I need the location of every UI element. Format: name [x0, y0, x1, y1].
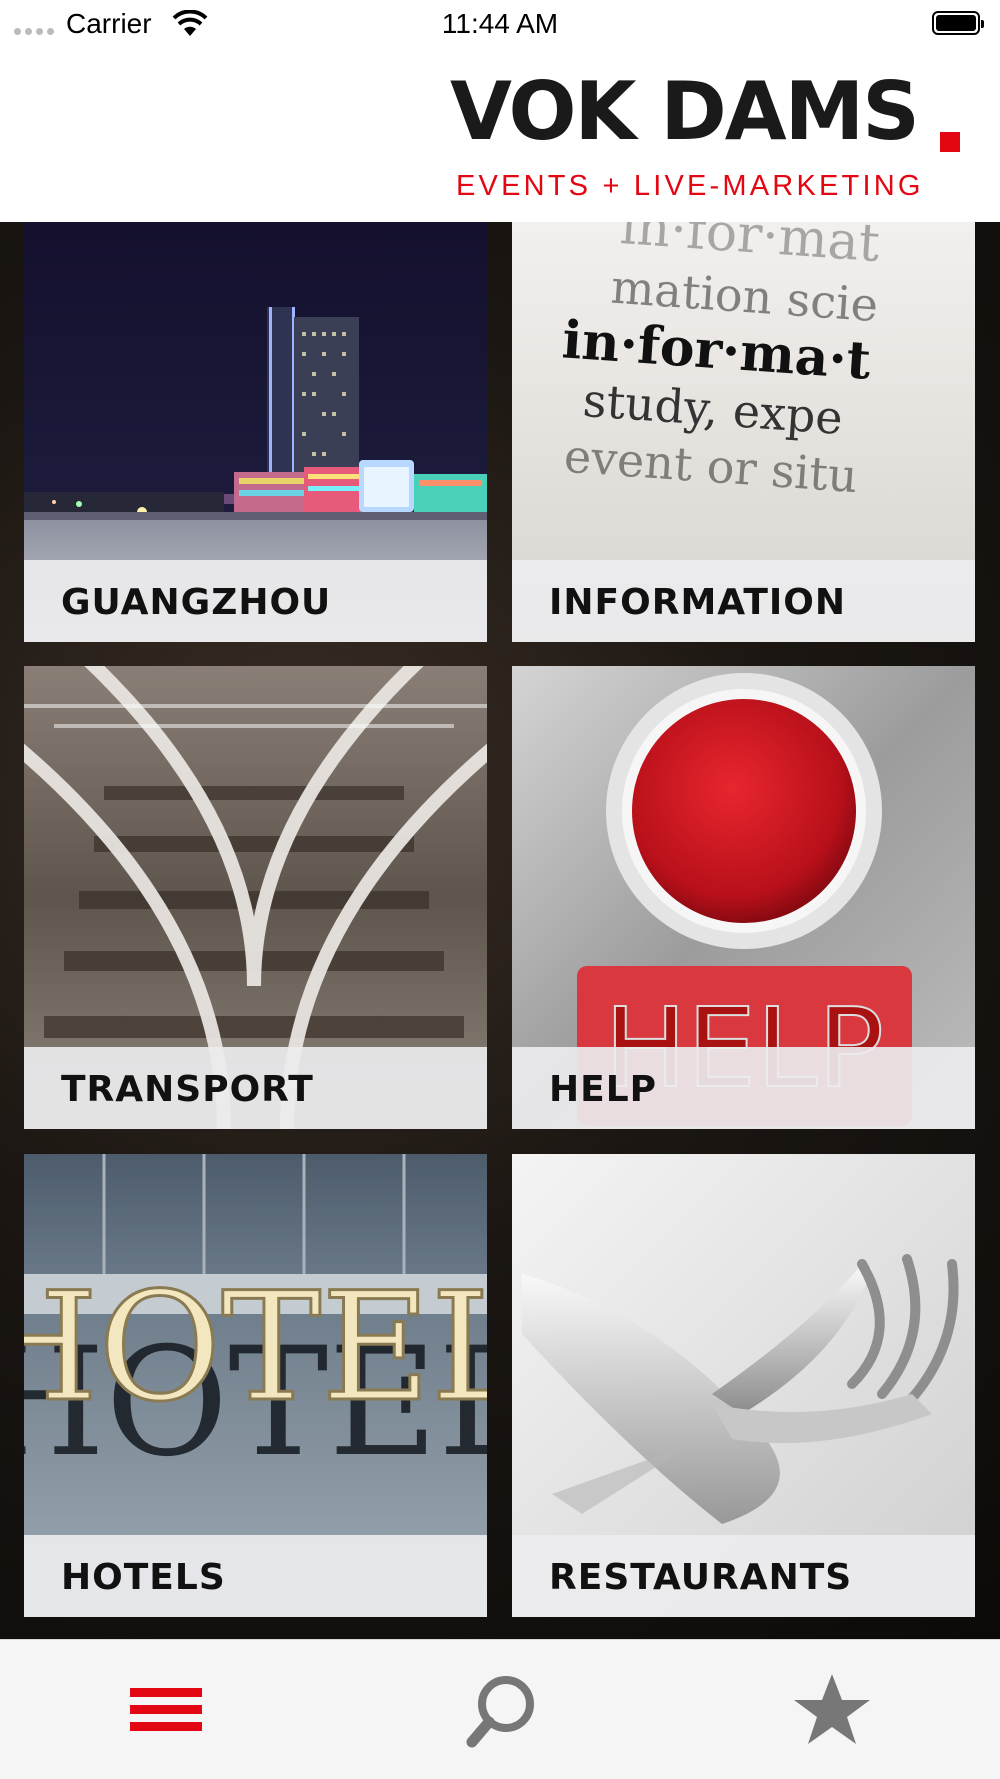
tab-bar — [0, 1639, 1000, 1779]
tile-hotels[interactable]: HOTEL HOTEL HOTELS — [24, 1154, 487, 1617]
menu-icon[interactable] — [126, 1670, 206, 1750]
tile-help[interactable]: HELP HELP — [512, 666, 975, 1129]
tile-label: GUANGZHOU — [61, 582, 332, 623]
star-icon[interactable] — [792, 1670, 872, 1750]
tile-guangzhou[interactable]: GUANGZHOU — [24, 222, 487, 642]
tile-caption: RESTAURANTS — [512, 1535, 975, 1617]
tile-label: INFORMATION — [549, 582, 847, 623]
tile-caption: HELP — [512, 1047, 975, 1129]
tile-label: TRANSPORT — [61, 1069, 314, 1110]
battery-icon — [932, 11, 984, 35]
status-time: 11:44 AM — [441, 8, 559, 39]
vok-dams-logo: VOK DAMS EVENTS + LIVE-MARKETING — [450, 72, 970, 208]
logo-wordmark: VOK DAMS — [450, 65, 920, 158]
tile-caption: INFORMATION — [512, 560, 975, 642]
tile-transport[interactable]: TRANSPORT — [24, 666, 487, 1129]
tile-caption: HOTELS — [24, 1535, 487, 1617]
svg-text:HOTEL: HOTEL — [24, 1261, 487, 1435]
tile-label: HOTELS — [61, 1557, 226, 1598]
tile-restaurants[interactable]: RESTAURANTS — [512, 1154, 975, 1617]
tile-caption: GUANGZHOU — [24, 560, 487, 642]
logo-tagline: EVENTS + LIVE-MARKETING — [456, 170, 924, 202]
status-bar: Carrier 11:44 AM — [0, 0, 1000, 50]
tile-caption: TRANSPORT — [24, 1047, 487, 1129]
app-header: VOK DAMS EVENTS + LIVE-MARKETING — [0, 50, 1000, 223]
category-grid: GUANGZHOU in·for·mat mation scie in·for·… — [0, 222, 1000, 1639]
logo-red-square — [940, 132, 960, 152]
tile-label: RESTAURANTS — [549, 1557, 853, 1598]
tile-label: HELP — [549, 1069, 658, 1110]
tile-information[interactable]: in·for·mat mation scie in·for·ma·t study… — [512, 222, 975, 642]
search-icon[interactable] — [460, 1670, 540, 1750]
